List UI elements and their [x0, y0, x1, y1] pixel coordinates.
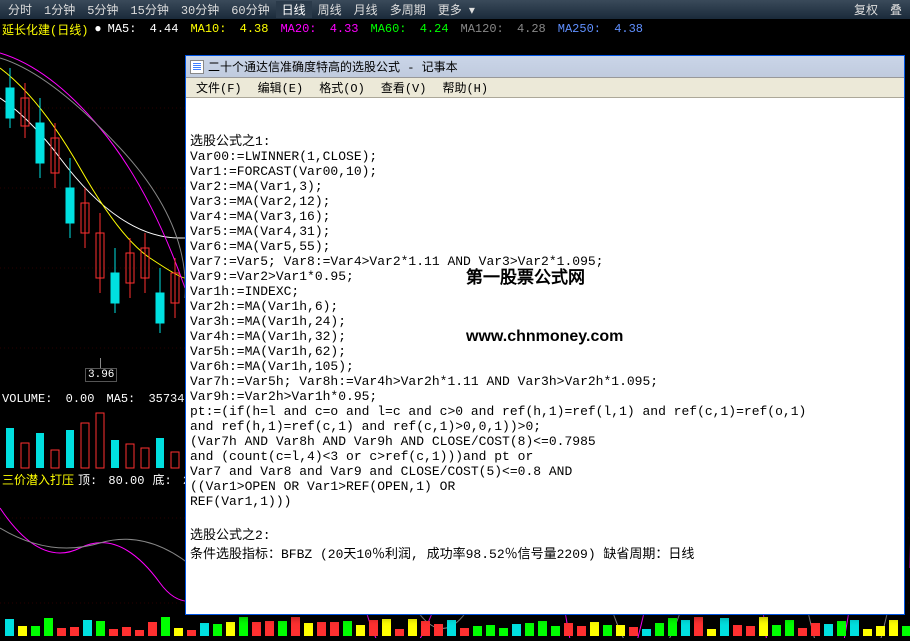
timeframe-0[interactable]: 分时: [2, 1, 38, 18]
watermark-line2: www.chnmoney.com: [466, 328, 623, 346]
timeframe-7[interactable]: 周线: [312, 1, 348, 18]
timeframe-1[interactable]: 1分钟: [38, 1, 81, 18]
ma20-label: MA20: 4.33: [280, 22, 364, 36]
timeframe-8[interactable]: 月线: [348, 1, 384, 18]
stock-name: 延长化建(日线): [2, 21, 88, 38]
timeframe-4[interactable]: 30分钟: [175, 1, 225, 18]
notepad-menu-0[interactable]: 文件(F): [188, 79, 250, 96]
price-label: 3.96: [85, 368, 117, 382]
ma5-label: MA5: 4.44: [108, 22, 185, 36]
timeframe-10[interactable]: 更多 ▾: [432, 1, 481, 18]
timeframe-5[interactable]: 60分钟: [225, 1, 275, 18]
ma60-label: MA60: 4.24: [371, 22, 455, 36]
timeframe-3[interactable]: 15分钟: [124, 1, 174, 18]
toolbar-right-1[interactable]: 叠: [884, 1, 908, 18]
ring-icon: ●: [94, 22, 101, 36]
notepad-icon: [190, 60, 204, 74]
volume-label: VOLUME: 0.00: [2, 392, 100, 406]
watermark: 第一股票公式网 www.chnmoney.com: [466, 233, 623, 376]
timeframe-9[interactable]: 多周期: [384, 1, 432, 18]
indicator-name: 三价潜入打压: [2, 471, 74, 488]
ma120-label: MA120: 4.28: [461, 22, 552, 36]
watermark-line1: 第一股票公式网: [466, 263, 623, 288]
timeframe-2[interactable]: 5分钟: [81, 1, 124, 18]
timeframe-toolbar: 分时1分钟5分钟15分钟30分钟60分钟日线周线月线多周期更多 ▾ 复权叠: [0, 0, 910, 20]
ma250-label: MA250: 4.38: [558, 22, 649, 36]
notepad-menu-2[interactable]: 格式(O): [311, 79, 373, 96]
notepad-menu-1[interactable]: 编辑(E): [250, 79, 312, 96]
notepad-menu-4[interactable]: 帮助(H): [434, 79, 496, 96]
toolbar-right-0[interactable]: 复权: [848, 1, 884, 18]
timeframe-6[interactable]: 日线: [276, 1, 312, 18]
notepad-menubar: 文件(F)编辑(E)格式(O)查看(V)帮助(H): [186, 78, 904, 98]
notepad-content[interactable]: 选股公式之1: Var00:=LWINNER(1,CLOSE); Var1:=F…: [186, 98, 904, 614]
ma10-label: MA10: 4.38: [190, 22, 274, 36]
notepad-menu-3[interactable]: 查看(V): [373, 79, 435, 96]
indicator-top: 顶: 80.00: [78, 471, 148, 488]
ma-infobar: 延长化建(日线) ● MA5: 4.44 MA10: 4.38 MA20: 4.…: [0, 20, 910, 38]
price-pointer: [100, 358, 101, 368]
notepad-title: 二十个通达信准确度特高的选股公式 - 记事本: [208, 58, 458, 75]
notepad-window[interactable]: 二十个通达信准确度特高的选股公式 - 记事本 文件(F)编辑(E)格式(O)查看…: [185, 55, 905, 615]
notepad-titlebar[interactable]: 二十个通达信准确度特高的选股公式 - 记事本: [186, 56, 904, 78]
